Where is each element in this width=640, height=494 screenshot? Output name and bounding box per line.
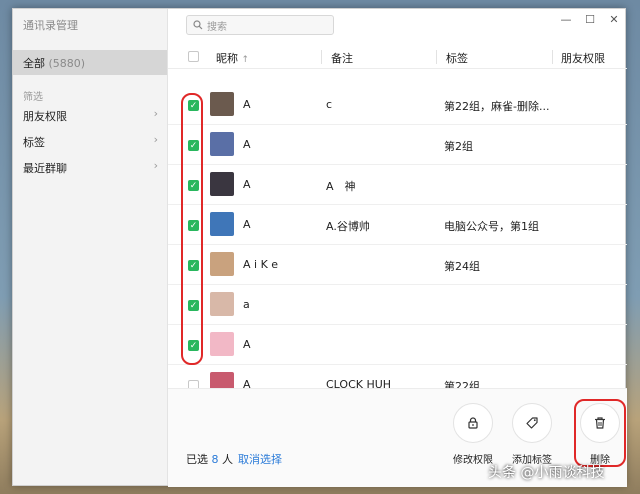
- row-nickname: a: [243, 298, 250, 311]
- table-header: 昵称 ↑ 备注 标签 朋友权限: [168, 45, 627, 69]
- avatar: [210, 292, 234, 316]
- modify-permission-button[interactable]: 修改权限: [445, 403, 501, 466]
- avatar: [210, 332, 234, 356]
- watermark-text: 头条 @小雨谈科技: [488, 465, 605, 481]
- delete-highlight: [574, 399, 626, 467]
- sidebar: 通讯录管理 全部 (5880) 筛选 朋友权限 › 标签 › 最近群聊 ›: [13, 9, 168, 485]
- row-tag: 电脑公众号，第1组: [444, 220, 539, 233]
- column-separator: [552, 50, 553, 64]
- selected-count: 8: [211, 453, 219, 466]
- add-tag-button[interactable]: 添加标签: [504, 403, 560, 466]
- sidebar-item-tags[interactable]: 标签 ›: [13, 131, 167, 153]
- row-nickname: A: [243, 378, 251, 388]
- row-note: A.谷博帅: [326, 220, 370, 233]
- column-nickname-label: 昵称: [216, 52, 238, 65]
- sidebar-all-count: (5880): [48, 57, 86, 70]
- row-tag: 第22组，麻雀-删除...: [444, 100, 550, 113]
- column-separator: [321, 50, 322, 64]
- column-permission[interactable]: 朋友权限: [561, 50, 605, 66]
- avatar: [210, 132, 234, 156]
- row-nickname: A: [243, 98, 251, 111]
- sidebar-item-recent-groups[interactable]: 最近群聊 ›: [13, 157, 167, 179]
- table-row[interactable]: A CLOCK HUH 第22组: [168, 365, 627, 388]
- table-row[interactable]: ✓ A 第2组: [168, 125, 627, 165]
- row-checkbox[interactable]: [188, 380, 199, 388]
- lock-icon: [453, 403, 493, 443]
- sidebar-item-label: 标签: [23, 136, 45, 149]
- tag-icon: [512, 403, 552, 443]
- table-row[interactable]: ✓ a: [168, 285, 627, 325]
- filter-heading: 筛选: [23, 92, 43, 103]
- table-row[interactable]: ✓ A: [168, 325, 627, 365]
- table-row[interactable]: ✓ A i K e 第24组: [168, 245, 627, 285]
- checkbox-highlight: [181, 93, 203, 365]
- sidebar-item-friend-permission[interactable]: 朋友权限 ›: [13, 105, 167, 127]
- contact-list: ✓ A c 第22组，麻雀-删除... ✓ A 第2组 ✓ A A 神 ✓ A …: [168, 70, 627, 388]
- chevron-right-icon: ›: [153, 107, 158, 120]
- select-all-checkbox[interactable]: [188, 51, 199, 62]
- row-note: CLOCK HUH: [326, 378, 392, 388]
- row-nickname: A: [243, 138, 251, 151]
- chevron-right-icon: ›: [153, 159, 158, 172]
- sort-arrow-icon: ↑: [241, 55, 250, 65]
- contacts-manager-window: 通讯录管理 全部 (5880) 筛选 朋友权限 › 标签 › 最近群聊 › 搜索…: [12, 8, 627, 487]
- table-row[interactable]: ✓ A A 神: [168, 165, 627, 205]
- column-note[interactable]: 备注: [331, 50, 353, 66]
- main-panel: 搜索 — ☐ ✕ 昵称 ↑ 备注 标签 朋友权限 ✓ A c 第22组，麻雀-删…: [168, 9, 627, 487]
- cancel-selection-link[interactable]: 取消选择: [238, 451, 282, 467]
- sidebar-item-label: 朋友权限: [23, 110, 67, 123]
- sidebar-all-label: 全部: [23, 57, 45, 70]
- row-note: c: [326, 98, 333, 111]
- search-input[interactable]: 搜索: [186, 15, 334, 35]
- column-nickname[interactable]: 昵称 ↑: [216, 50, 249, 66]
- row-note: A 神: [326, 180, 356, 193]
- row-nickname: A i K e: [243, 258, 279, 271]
- chevron-right-icon: ›: [153, 133, 158, 146]
- row-nickname: A: [243, 218, 251, 231]
- minimize-button[interactable]: —: [559, 13, 573, 26]
- row-tag: 第24组: [444, 260, 480, 273]
- app-title: 通讯录管理: [23, 19, 78, 32]
- row-nickname: A: [243, 178, 251, 191]
- column-separator: [436, 50, 437, 64]
- avatar: [210, 172, 234, 196]
- table-row[interactable]: ✓ A c 第22组，麻雀-删除...: [168, 85, 627, 125]
- sidebar-item-all[interactable]: 全部 (5880): [13, 50, 167, 75]
- selected-prefix: 已选: [186, 453, 208, 466]
- selected-count-text: 已选 8 人: [186, 451, 233, 467]
- avatar: [210, 372, 234, 388]
- search-icon: [193, 20, 203, 30]
- avatar: [210, 252, 234, 276]
- search-placeholder: 搜索: [207, 21, 227, 33]
- row-tag: 第22组: [444, 380, 480, 388]
- avatar: [210, 212, 234, 236]
- close-button[interactable]: ✕: [607, 13, 621, 26]
- column-tag[interactable]: 标签: [446, 50, 468, 66]
- maximize-button[interactable]: ☐: [583, 13, 597, 26]
- avatar: [210, 92, 234, 116]
- table-row[interactable]: ✓ A A.谷博帅 电脑公众号，第1组: [168, 205, 627, 245]
- selected-suffix: 人: [222, 453, 233, 466]
- row-nickname: A: [243, 338, 251, 351]
- row-tag: 第2组: [444, 140, 473, 153]
- sidebar-item-label: 最近群聊: [23, 162, 67, 175]
